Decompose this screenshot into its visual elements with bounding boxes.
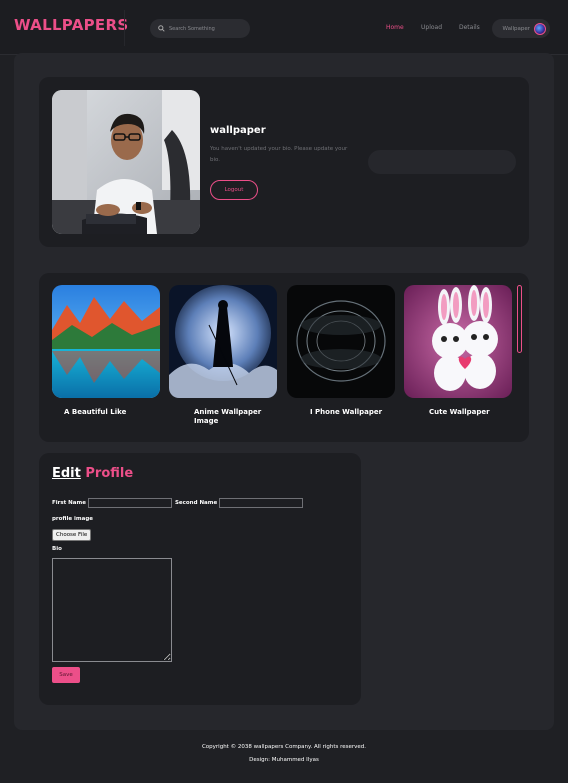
- bio-label: Bio: [52, 546, 62, 552]
- logout-button[interactable]: Logout: [210, 180, 258, 200]
- profile-info-pill: [368, 150, 516, 174]
- nav-link-upload[interactable]: Upload: [421, 24, 442, 31]
- profile-bio: You haven't updated your bio. Please upd…: [210, 146, 348, 163]
- wallpaper-thumbnail[interactable]: [52, 285, 160, 398]
- edit-title-word: Edit: [52, 466, 81, 481]
- wallpaper-card[interactable]: Anime Wallpaper Image: [169, 285, 277, 426]
- wallpaper-title: Cute Wallpaper: [429, 408, 490, 416]
- profile-name: wallpaper: [210, 125, 266, 136]
- footer-copyright: Copyright © 2038 wallpapers Company. All…: [201, 744, 367, 750]
- save-button[interactable]: Save: [52, 667, 80, 683]
- nav-divider: [124, 10, 125, 46]
- first-name-label: First Name: [52, 500, 86, 506]
- wallpaper-card[interactable]: Cute Wallpaper: [404, 285, 512, 417]
- user-menu[interactable]: Wallpaper: [492, 19, 550, 38]
- wallpaper-gallery: A Beautiful Like Anime Wallpaper Image I…: [39, 273, 529, 442]
- footer-design: Design: Muhammed Ilyas: [249, 757, 319, 763]
- first-name-field[interactable]: [87, 498, 172, 508]
- wallpaper-card[interactable]: A Beautiful Like: [52, 285, 160, 417]
- profile-title-word: Profile: [85, 466, 134, 481]
- wallpaper-title: A Beautiful Like: [64, 408, 127, 416]
- profile-card: wallpaper You haven't updated your bio. …: [39, 77, 529, 247]
- brand-logo[interactable]: WALLPAPERS: [14, 16, 128, 34]
- edit-profile-form: Edit Profile First Name Second Name prof…: [39, 453, 361, 705]
- name-fields-row: First Name Second Name: [52, 498, 306, 508]
- user-label: Wallpaper: [502, 25, 530, 32]
- wallpaper-card[interactable]: I Phone Wallpaper: [287, 285, 395, 417]
- search-icon: [158, 25, 165, 32]
- second-name-label: Second Name: [174, 500, 218, 506]
- avatar: [534, 22, 546, 35]
- profile-image-label: profile image: [52, 516, 94, 522]
- search-input[interactable]: [169, 25, 247, 32]
- search-bar[interactable]: [150, 19, 250, 38]
- wallpaper-thumbnail[interactable]: [404, 285, 512, 398]
- choose-file-button[interactable]: Choose File: [52, 529, 92, 541]
- nav-link-home[interactable]: Home: [386, 24, 404, 31]
- edit-profile-title: Edit Profile: [52, 466, 133, 481]
- wallpaper-title: I Phone Wallpaper: [310, 408, 383, 416]
- gallery-scrollbar[interactable]: [517, 285, 522, 353]
- profile-photo: [52, 90, 200, 234]
- wallpaper-thumbnail[interactable]: [169, 285, 277, 398]
- wallpaper-title: Anime Wallpaper Image: [194, 408, 262, 425]
- second-name-field[interactable]: [219, 498, 304, 508]
- navbar: WALLPAPERS Home Upload Details Wallpaper: [0, 0, 568, 55]
- wallpaper-thumbnail[interactable]: [287, 285, 395, 398]
- nav-link-details[interactable]: Details: [459, 24, 480, 31]
- bio-textarea[interactable]: [52, 558, 172, 662]
- main-container: wallpaper You haven't updated your bio. …: [14, 53, 554, 730]
